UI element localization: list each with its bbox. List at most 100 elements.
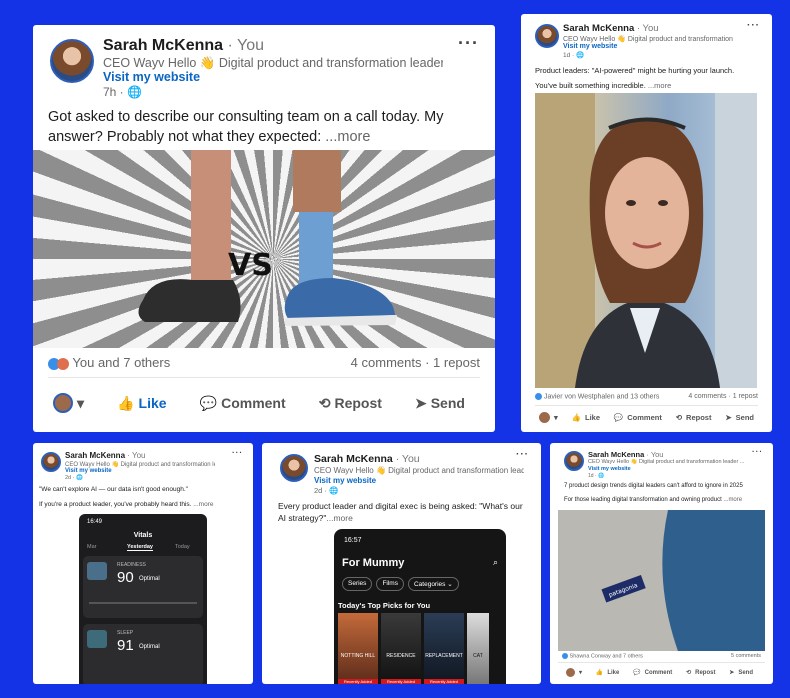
post-time: 7h · 🌐 (103, 85, 142, 99)
chip-series[interactable]: Series (342, 577, 373, 591)
action-bar: ▾ 👍 Like 💬 Comment ⟲ Repost ➤ Send (539, 412, 754, 423)
phone-clock: 16:57 (344, 537, 362, 544)
post-text-2: You've built something incredible. ...mo… (535, 81, 672, 90)
phone-title: Vitals (133, 532, 153, 539)
divider (48, 377, 480, 378)
sleep-label: SLEEP (117, 630, 134, 636)
post-time: 1d · 🌐 (588, 473, 605, 479)
comments-count[interactable]: 4 comments · 1 repost (688, 393, 758, 400)
reaction-avatar-selector[interactable]: ▾ (539, 412, 558, 423)
more-options-icon[interactable]: ··· (232, 448, 243, 457)
phone-title: For Mummy (342, 557, 405, 569)
see-more-link[interactable]: ...more (326, 513, 352, 523)
avatar[interactable] (535, 24, 559, 48)
avatar-small-icon (539, 412, 550, 423)
comment-button[interactable]: 💬 Comment (633, 669, 672, 677)
avatar[interactable] (41, 452, 61, 472)
poster[interactable]: RESIDENCE Recently Added (381, 613, 421, 684)
comment-icon: 💬 (199, 394, 218, 411)
author-headline: CEO Wayv Hello 👋 Digital product and tra… (65, 462, 215, 468)
post-text: Every product leader and digital exec is… (278, 501, 523, 523)
readiness-card[interactable]: READINESS 90 Optimal (83, 556, 203, 618)
tab-mar[interactable]: Mar (87, 544, 96, 550)
thumbs-up-icon: 👍 (571, 413, 581, 422)
like-button[interactable]: 👍 Like (117, 395, 166, 412)
filter-chips: Series Films Categories ⌄ (342, 577, 459, 591)
visit-website-link[interactable]: Visit my website (65, 468, 112, 474)
action-bar: ▾ 👍 Like 💬 Comment ⟲ Repost ➤ Send (566, 668, 753, 677)
comment-icon: 💬 (613, 413, 624, 422)
fleece-jacket-photo: patagonia (558, 510, 765, 651)
author-headline: CEO Wayv Hello 👋 Digital product and tra… (588, 459, 745, 465)
author-name[interactable]: Sarah McKenna · You (65, 451, 146, 460)
see-more-link[interactable]: ...more (723, 497, 742, 503)
comment-button[interactable]: 💬 Comment (200, 395, 286, 412)
readiness-status: Optimal (139, 576, 160, 582)
visit-website-link[interactable]: Visit my website (103, 70, 200, 84)
post-image[interactable] (535, 93, 757, 388)
post-time: 2d · 🌐 (65, 475, 83, 481)
more-options-icon[interactable]: ··· (458, 33, 479, 54)
comment-button[interactable]: 💬 Comment (614, 413, 662, 422)
sleep-icon (87, 630, 107, 648)
visit-website-link[interactable]: Visit my website (563, 43, 617, 50)
author-name[interactable]: Sarah McKenna · You (563, 23, 659, 34)
reactions-summary[interactable]: Shawna Conway and 7 others (562, 653, 643, 659)
chip-films[interactable]: Films (376, 577, 404, 591)
sleep-card[interactable]: SLEEP 91 Optimal (83, 624, 203, 684)
see-more-link[interactable]: ...more (325, 129, 370, 145)
selfie-photo (535, 93, 757, 388)
poster[interactable]: CAT (467, 613, 489, 684)
reaction-avatar-selector[interactable]: ▾ (53, 393, 84, 413)
tab-today[interactable]: Today (175, 544, 190, 550)
send-button[interactable]: ➤ Send (725, 413, 754, 422)
more-options-icon[interactable]: ··· (752, 447, 763, 456)
visit-website-link[interactable]: Visit my website (588, 466, 631, 472)
comments-count[interactable]: 5 comments (731, 653, 761, 659)
search-icon[interactable]: ⌕ (493, 557, 498, 568)
post-image-phone-screenshot[interactable]: 16:49 Vitals Mar Yesterday Today READINE… (79, 514, 207, 684)
author-name[interactable]: Sarah McKenna · You (588, 450, 663, 459)
send-icon: ➤ (729, 670, 735, 676)
tab-yesterday[interactable]: Yesterday (127, 544, 153, 551)
post-time: 1d · 🌐 (563, 52, 585, 59)
reactions-summary[interactable]: You and 7 others (48, 355, 170, 370)
poster-row: NOTTING HILL Recently Added RESIDENCE Rece… (338, 613, 506, 684)
readiness-value: 90 (117, 569, 134, 586)
post-image[interactable]: patagonia (558, 510, 765, 651)
post-image[interactable]: VS (33, 150, 495, 348)
comments-count[interactable]: 4 comments · 1 repost (351, 355, 480, 370)
reaction-avatar-selector[interactable]: ▾ (566, 668, 582, 677)
more-options-icon[interactable]: ··· (747, 20, 760, 31)
send-button[interactable]: ➤ Send (415, 395, 465, 412)
see-more-link[interactable]: ...more (193, 501, 213, 508)
like-button[interactable]: 👍 Like (572, 413, 600, 422)
post-card-ai-strategy: Sarah McKenna · You CEO Wayv Hello 👋 Dig… (262, 443, 541, 684)
post-time: 2d · 🌐 (314, 486, 339, 495)
post-image-phone-screenshot[interactable]: 16:57 For Mummy ⌕ Series Films Categorie… (334, 529, 506, 684)
like-button[interactable]: 👍 Like (596, 669, 620, 677)
section-title: Today's Top Picks for You (338, 601, 431, 610)
repost-icon: ⟲ (318, 394, 331, 411)
repost-button[interactable]: ⟲ Repost (676, 413, 712, 422)
send-icon: ➤ (414, 394, 427, 411)
poster[interactable]: REPLACEMENT Recently Added (424, 613, 464, 684)
avatar[interactable] (50, 39, 94, 83)
action-bar: ▾ 👍 Like 💬 Comment ⟲ Repost ➤ Send (53, 393, 465, 413)
post-card-consulting-team: Sarah McKenna · You CEO Wayv Hello 👋 Dig… (33, 25, 495, 432)
avatar[interactable] (280, 454, 308, 482)
chip-categories[interactable]: Categories ⌄ (407, 577, 459, 591)
poster[interactable]: NOTTING HILL Recently Added (338, 613, 378, 684)
reactions-summary[interactable]: Javier von Westphalen and 13 others (535, 393, 659, 400)
author-name[interactable]: Sarah McKenna · You (103, 37, 264, 55)
more-options-icon[interactable]: ··· (516, 449, 529, 460)
visit-website-link[interactable]: Visit my website (314, 476, 376, 485)
see-more-link[interactable]: ...more (648, 81, 671, 90)
author-name[interactable]: Sarah McKenna · You (314, 453, 420, 465)
send-button[interactable]: ➤ Send (729, 669, 753, 677)
avatar[interactable] (564, 451, 584, 471)
post-text-2: If you're a product leader, you've proba… (39, 501, 214, 508)
post-text: Product leaders: "AI-powered" might be h… (535, 66, 735, 75)
repost-button[interactable]: ⟲ Repost (319, 395, 382, 412)
repost-button[interactable]: ⟲ Repost (686, 669, 715, 677)
